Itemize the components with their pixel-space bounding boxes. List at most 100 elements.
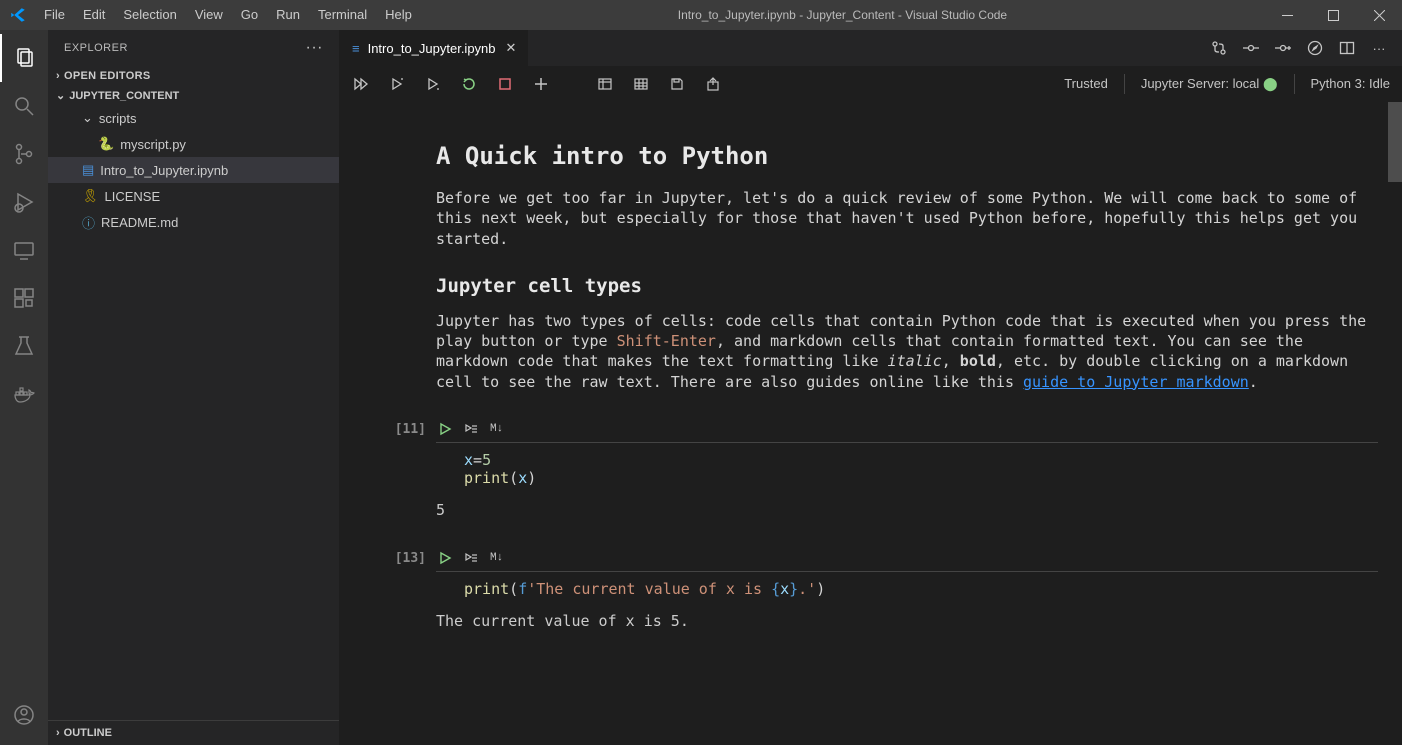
menu-help[interactable]: Help — [376, 0, 421, 30]
docker-icon[interactable] — [0, 370, 48, 418]
run-above-icon[interactable] — [388, 75, 406, 93]
commit-icon[interactable] — [1242, 39, 1260, 57]
notebook-body[interactable]: A Quick intro to Python Before we get to… — [340, 102, 1402, 745]
save-icon[interactable] — [668, 75, 686, 93]
run-debug-icon[interactable] — [0, 178, 48, 226]
add-cell-icon[interactable] — [532, 75, 550, 93]
markdown-guide-link[interactable]: guide to Jupyter markdown — [1023, 373, 1249, 391]
cell-output: The current value of x is 5. — [436, 606, 1378, 632]
tab-filename: Intro_to_Jupyter.ipynb — [368, 41, 496, 56]
source-control-icon[interactable] — [0, 130, 48, 178]
test-icon[interactable] — [0, 322, 48, 370]
run-by-line-icon[interactable] — [464, 422, 478, 436]
maximize-button[interactable] — [1310, 0, 1356, 30]
notebook-file-icon: ≡ — [352, 41, 360, 56]
folder-scripts[interactable]: ⌄ scripts — [48, 105, 339, 131]
accounts-icon[interactable] — [0, 691, 48, 739]
trusted-label[interactable]: Trusted — [1064, 76, 1108, 91]
editor-tab-active[interactable]: ≡ Intro_to_Jupyter.ipynb ✕ — [340, 30, 529, 66]
bold-text: bold — [960, 352, 996, 370]
menu-view[interactable]: View — [186, 0, 232, 30]
chevron-right-icon: › — [56, 70, 60, 82]
scrollbar-thumb[interactable] — [1388, 102, 1402, 182]
folder-label: scripts — [99, 111, 137, 126]
code-cell[interactable]: [11] M↓ x=5 print(x) 5 — [380, 418, 1378, 521]
markdown-cell[interactable]: A Quick intro to Python Before we get to… — [436, 142, 1370, 392]
dataviewer-icon[interactable] — [632, 75, 650, 93]
menu-terminal[interactable]: Terminal — [309, 0, 376, 30]
heading-2: Jupyter cell types — [436, 275, 1370, 297]
menu-run[interactable]: Run — [267, 0, 309, 30]
inline-code: Shift-Enter — [617, 332, 716, 350]
file-intro-notebook[interactable]: ▤ Intro_to_Jupyter.ipynb — [48, 157, 339, 183]
workspace-folder-name: JUPYTER_CONTENT — [69, 90, 179, 102]
code-editor[interactable]: print(f'The current value of x is {x}.') — [436, 571, 1378, 606]
file-tree: ⌄ scripts 🐍 myscript.py ▤ Intro_to_Jupyt… — [48, 105, 339, 235]
chevron-down-icon: ⌄ — [56, 89, 65, 102]
window-title: Intro_to_Jupyter.ipynb - Jupyter_Content… — [421, 8, 1264, 22]
execution-count: [13] — [380, 547, 436, 632]
window-controls — [1264, 0, 1402, 30]
variables-icon[interactable] — [596, 75, 614, 93]
explorer-sidebar: EXPLORER ··· › OPEN EDITORS ⌄ JUPYTER_CO… — [48, 30, 340, 745]
remote-icon[interactable] — [0, 226, 48, 274]
file-label: LICENSE — [105, 189, 161, 204]
file-label: README.md — [101, 215, 178, 230]
extensions-icon[interactable] — [0, 274, 48, 322]
restart-kernel-icon[interactable] — [460, 75, 478, 93]
file-license[interactable]: 🎗 LICENSE — [48, 183, 339, 209]
commit-branch-icon[interactable] — [1274, 39, 1292, 57]
explorer-more-icon[interactable]: ··· — [306, 39, 323, 57]
cell-toolbar: M↓ — [436, 547, 1378, 571]
vscode-logo-icon — [0, 6, 35, 24]
export-icon[interactable] — [704, 75, 722, 93]
menu-edit[interactable]: Edit — [74, 0, 114, 30]
open-editors-label: OPEN EDITORS — [64, 70, 151, 82]
interrupt-kernel-icon[interactable] — [496, 75, 514, 93]
chevron-right-icon: › — [56, 727, 60, 739]
workspace-folder-header[interactable]: ⌄ JUPYTER_CONTENT — [48, 86, 339, 105]
execution-count: [11] — [380, 418, 436, 521]
compass-icon[interactable] — [1306, 39, 1324, 57]
menu-file[interactable]: File — [35, 0, 74, 30]
close-tab-icon[interactable]: ✕ — [504, 40, 519, 56]
open-editors-section[interactable]: › OPEN EDITORS — [48, 66, 339, 86]
file-label: myscript.py — [120, 137, 186, 152]
outline-label: OUTLINE — [64, 727, 112, 739]
run-cell-icon[interactable] — [438, 422, 452, 436]
menu-selection[interactable]: Selection — [114, 0, 185, 30]
run-cell-icon[interactable] — [438, 551, 452, 565]
cell-output: 5 — [436, 495, 1378, 521]
heading-1: A Quick intro to Python — [436, 142, 1370, 170]
file-myscript[interactable]: 🐍 myscript.py — [48, 131, 339, 157]
run-below-icon[interactable] — [424, 75, 442, 93]
titlebar: File Edit Selection View Go Run Terminal… — [0, 0, 1402, 30]
separator — [1294, 74, 1295, 94]
editor-area: ≡ Intro_to_Jupyter.ipynb ✕ ··· — [340, 30, 1402, 745]
chevron-down-icon: ⌄ — [82, 110, 93, 126]
code-editor[interactable]: x=5 print(x) — [436, 442, 1378, 495]
code-cell[interactable]: [13] M↓ print(f'The current value of x i… — [380, 547, 1378, 632]
jupyter-server-label[interactable]: Jupyter Server: local ⬤ — [1141, 76, 1278, 92]
search-icon[interactable] — [0, 82, 48, 130]
explorer-title: EXPLORER — [64, 42, 128, 54]
file-readme[interactable]: ⓘ README.md — [48, 209, 339, 235]
close-button[interactable] — [1356, 0, 1402, 30]
split-editor-icon[interactable] — [1338, 39, 1356, 57]
git-compare-icon[interactable] — [1210, 39, 1228, 57]
kernel-label[interactable]: Python 3: Idle — [1311, 76, 1391, 91]
run-by-line-icon[interactable] — [464, 551, 478, 565]
cell-type-label[interactable]: M↓ — [490, 423, 503, 435]
separator — [1124, 74, 1125, 94]
outline-section[interactable]: › OUTLINE — [48, 720, 339, 745]
menu-go[interactable]: Go — [232, 0, 267, 30]
minimize-button[interactable] — [1264, 0, 1310, 30]
main-menu: File Edit Selection View Go Run Terminal… — [35, 0, 421, 30]
notebook-toolbar: Trusted Jupyter Server: local ⬤ Python 3… — [340, 66, 1402, 102]
explorer-icon[interactable] — [0, 34, 48, 82]
more-actions-icon[interactable]: ··· — [1370, 39, 1388, 57]
cell-type-label[interactable]: M↓ — [490, 552, 503, 564]
run-all-icon[interactable] — [352, 75, 370, 93]
editor-tabs: ≡ Intro_to_Jupyter.ipynb ✕ ··· — [340, 30, 1402, 66]
file-label: Intro_to_Jupyter.ipynb — [100, 163, 228, 178]
